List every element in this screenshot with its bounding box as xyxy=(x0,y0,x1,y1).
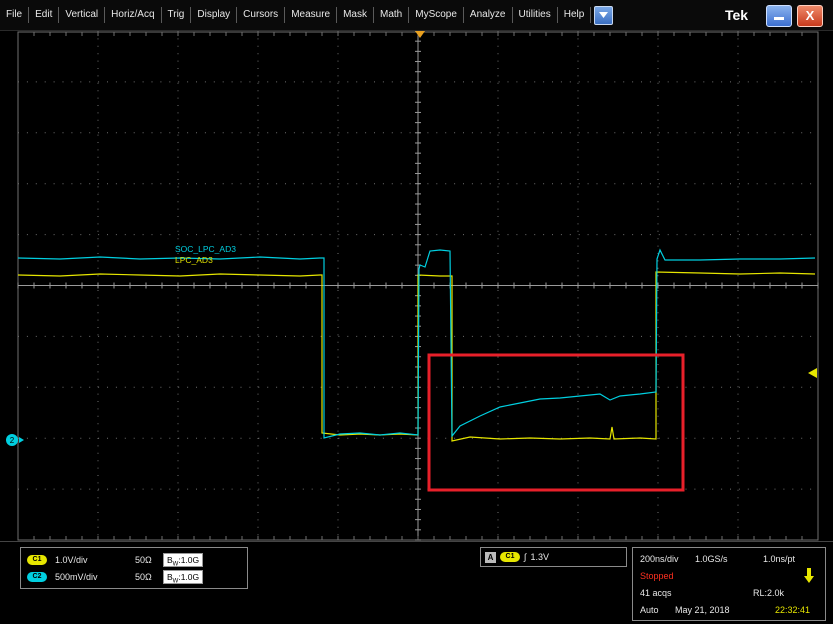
resolution: 1.0ns/pt xyxy=(763,554,796,564)
channel-settings-panel[interactable]: C1 1.0V/div 50Ω BW:1.0G C2 500mV/div 50Ω… xyxy=(20,547,248,589)
menu-utilities[interactable]: Utilities xyxy=(513,7,558,23)
close-button[interactable]: X xyxy=(797,5,823,27)
brand-logo: Tek xyxy=(725,7,749,23)
label-soc-lpc-ad3: SOC_LPC_AD3 xyxy=(175,244,236,254)
acquisition-panel[interactable]: 200ns/div 1.0GS/s 1.0ns/pt Stopped 41 ac… xyxy=(632,547,826,621)
c1-bandwidth: BW:1.0G xyxy=(163,553,204,568)
trigger-level: 1.3V xyxy=(530,552,549,562)
c2-impedance: 50Ω xyxy=(135,572,152,582)
close-icon: X xyxy=(805,8,815,23)
acquisition-state: Stopped xyxy=(640,571,674,581)
trigger-slope-icon: ∫ xyxy=(524,552,527,562)
timebase: 200ns/div xyxy=(640,554,679,564)
minimize-button[interactable] xyxy=(766,5,792,27)
minimize-icon xyxy=(774,17,784,20)
menu-display[interactable]: Display xyxy=(191,7,238,23)
menu-horiz-acq[interactable]: Horiz/Acq xyxy=(105,7,162,23)
menu-myscope[interactable]: MyScope xyxy=(409,7,464,23)
ch2-marker-arrow-icon xyxy=(19,437,24,443)
status-area: C1 1.0V/div 50Ω BW:1.0G C2 500mV/div 50Ω… xyxy=(0,541,833,624)
waveform-soc-lpc-ad3 xyxy=(17,248,816,439)
ch2-marker-label: 2 xyxy=(10,436,15,445)
menu-cursors[interactable]: Cursors xyxy=(237,7,286,23)
channel-badge-c1[interactable]: C1 xyxy=(27,555,47,565)
trigger-a-icon: A xyxy=(485,551,496,563)
channel-badge-c2[interactable]: C2 xyxy=(27,572,47,582)
menu-measure[interactable]: Measure xyxy=(285,7,338,23)
c1-impedance: 50Ω xyxy=(135,555,152,565)
channel-row-c2[interactable]: C2 500mV/div 50Ω BW:1.0G xyxy=(27,570,204,585)
menu-dropdown-button[interactable] xyxy=(594,5,614,25)
menu-trig[interactable]: Trig xyxy=(162,7,192,23)
trigger-source-badge: C1 xyxy=(500,552,520,562)
label-lpc-ad3: LPC_AD3 xyxy=(175,255,213,265)
trigger-arrow-icon xyxy=(804,568,814,583)
trigger-level-marker[interactable] xyxy=(808,368,817,378)
menu-help[interactable]: Help xyxy=(558,7,592,23)
c2-bandwidth: BW:1.0G xyxy=(163,570,204,585)
record-length: RL:2.0k xyxy=(753,588,785,598)
menu-bar: File Edit Vertical Horiz/Acq Trig Displa… xyxy=(0,0,833,31)
menu-math[interactable]: Math xyxy=(374,7,410,23)
acquisition-count: 41 acqs xyxy=(640,588,672,598)
menu-vertical[interactable]: Vertical xyxy=(59,7,106,23)
menu-file[interactable]: File xyxy=(0,7,30,23)
menu-mask[interactable]: Mask xyxy=(337,7,374,23)
acquisition-time: 22:32:41 xyxy=(775,605,811,615)
graticule-svg: 2 xyxy=(6,31,819,541)
acquisition-date: May 21, 2018 xyxy=(675,605,730,615)
menu-analyze[interactable]: Analyze xyxy=(464,7,513,23)
channel-row-c1[interactable]: C1 1.0V/div 50Ω BW:1.0G xyxy=(27,553,204,568)
menu-edit[interactable]: Edit xyxy=(29,7,60,23)
menu-items: File Edit Vertical Horiz/Acq Trig Displa… xyxy=(0,0,614,30)
trigger-position-marker[interactable] xyxy=(415,31,425,38)
waveform-display[interactable]: 2 SOC_LPC_AD3 LPC_AD3 xyxy=(0,31,833,541)
sample-rate: 1.0GS/s xyxy=(695,554,728,564)
chevron-down-icon xyxy=(599,12,609,18)
trigger-settings-panel[interactable]: A C1 ∫ 1.3V xyxy=(480,547,627,567)
trigger-mode: Auto xyxy=(640,605,659,615)
c1-scale: 1.0V/div xyxy=(55,555,88,565)
c2-scale: 500mV/div xyxy=(55,572,98,582)
